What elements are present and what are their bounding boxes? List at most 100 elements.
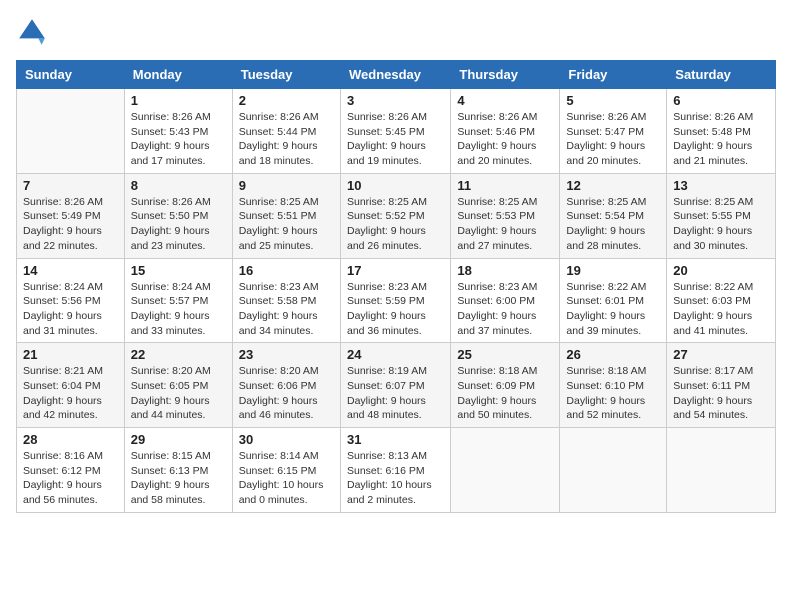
- day-number: 20: [673, 263, 769, 278]
- day-number: 30: [239, 432, 334, 447]
- day-info: Sunrise: 8:16 AMSunset: 6:12 PMDaylight:…: [23, 449, 118, 508]
- calendar-cell: 14 Sunrise: 8:24 AMSunset: 5:56 PMDayligh…: [17, 258, 125, 343]
- day-info: Sunrise: 8:25 AMSunset: 5:53 PMDaylight:…: [457, 195, 553, 254]
- calendar-cell: 31 Sunrise: 8:13 AMSunset: 6:16 PMDayligh…: [340, 428, 450, 513]
- calendar-cell: [560, 428, 667, 513]
- day-number: 16: [239, 263, 334, 278]
- day-number: 18: [457, 263, 553, 278]
- day-info: Sunrise: 8:14 AMSunset: 6:15 PMDaylight:…: [239, 449, 334, 508]
- day-info: Sunrise: 8:23 AMSunset: 5:59 PMDaylight:…: [347, 280, 444, 339]
- day-info: Sunrise: 8:22 AMSunset: 6:01 PMDaylight:…: [566, 280, 660, 339]
- calendar-cell: 11 Sunrise: 8:25 AMSunset: 5:53 PMDayligh…: [451, 173, 560, 258]
- calendar-cell: 7 Sunrise: 8:26 AMSunset: 5:49 PMDaylight…: [17, 173, 125, 258]
- day-number: 2: [239, 93, 334, 108]
- calendar-cell: 19 Sunrise: 8:22 AMSunset: 6:01 PMDayligh…: [560, 258, 667, 343]
- day-number: 9: [239, 178, 334, 193]
- day-number: 13: [673, 178, 769, 193]
- calendar-cell: 9 Sunrise: 8:25 AMSunset: 5:51 PMDaylight…: [232, 173, 340, 258]
- day-number: 24: [347, 347, 444, 362]
- day-info: Sunrise: 8:26 AMSunset: 5:49 PMDaylight:…: [23, 195, 118, 254]
- day-number: 25: [457, 347, 553, 362]
- day-number: 1: [131, 93, 226, 108]
- calendar-cell: [17, 89, 125, 174]
- day-number: 4: [457, 93, 553, 108]
- day-info: Sunrise: 8:24 AMSunset: 5:56 PMDaylight:…: [23, 280, 118, 339]
- day-number: 14: [23, 263, 118, 278]
- day-number: 19: [566, 263, 660, 278]
- calendar-cell: 16 Sunrise: 8:23 AMSunset: 5:58 PMDayligh…: [232, 258, 340, 343]
- day-number: 10: [347, 178, 444, 193]
- calendar-cell: 10 Sunrise: 8:25 AMSunset: 5:52 PMDayligh…: [340, 173, 450, 258]
- day-number: 11: [457, 178, 553, 193]
- day-info: Sunrise: 8:25 AMSunset: 5:51 PMDaylight:…: [239, 195, 334, 254]
- day-info: Sunrise: 8:26 AMSunset: 5:50 PMDaylight:…: [131, 195, 226, 254]
- day-info: Sunrise: 8:26 AMSunset: 5:47 PMDaylight:…: [566, 110, 660, 169]
- day-number: 8: [131, 178, 226, 193]
- day-info: Sunrise: 8:18 AMSunset: 6:10 PMDaylight:…: [566, 364, 660, 423]
- logo-icon: [16, 16, 48, 48]
- column-header-monday: Monday: [124, 61, 232, 89]
- calendar-cell: 13 Sunrise: 8:25 AMSunset: 5:55 PMDayligh…: [667, 173, 776, 258]
- calendar-cell: 23 Sunrise: 8:20 AMSunset: 6:06 PMDayligh…: [232, 343, 340, 428]
- calendar-cell: 29 Sunrise: 8:15 AMSunset: 6:13 PMDayligh…: [124, 428, 232, 513]
- calendar-cell: [667, 428, 776, 513]
- column-header-thursday: Thursday: [451, 61, 560, 89]
- day-info: Sunrise: 8:17 AMSunset: 6:11 PMDaylight:…: [673, 364, 769, 423]
- day-info: Sunrise: 8:25 AMSunset: 5:55 PMDaylight:…: [673, 195, 769, 254]
- day-number: 15: [131, 263, 226, 278]
- day-number: 29: [131, 432, 226, 447]
- calendar-cell: 22Sunrise: 8:20 AMSunset: 6:05 PMDayligh…: [124, 343, 232, 428]
- calendar-cell: 15 Sunrise: 8:24 AMSunset: 5:57 PMDayligh…: [124, 258, 232, 343]
- day-info: Sunrise: 8:25 AMSunset: 5:54 PMDaylight:…: [566, 195, 660, 254]
- day-info: Sunrise: 8:24 AMSunset: 5:57 PMDaylight:…: [131, 280, 226, 339]
- calendar-cell: 27 Sunrise: 8:17 AMSunset: 6:11 PMDayligh…: [667, 343, 776, 428]
- calendar-cell: 5 Sunrise: 8:26 AMSunset: 5:47 PMDaylight…: [560, 89, 667, 174]
- calendar-cell: [451, 428, 560, 513]
- day-info: Sunrise: 8:23 AMSunset: 6:00 PMDaylight:…: [457, 280, 553, 339]
- calendar-week-2: 7 Sunrise: 8:26 AMSunset: 5:49 PMDaylight…: [17, 173, 776, 258]
- column-header-tuesday: Tuesday: [232, 61, 340, 89]
- day-number: 27: [673, 347, 769, 362]
- day-number: 3: [347, 93, 444, 108]
- day-info: Sunrise: 8:25 AMSunset: 5:52 PMDaylight:…: [347, 195, 444, 254]
- day-number: 17: [347, 263, 444, 278]
- day-info: Sunrise: 8:15 AMSunset: 6:13 PMDaylight:…: [131, 449, 226, 508]
- day-info: Sunrise: 8:13 AMSunset: 6:16 PMDaylight:…: [347, 449, 444, 508]
- calendar-cell: 1 Sunrise: 8:26 AMSunset: 5:43 PMDaylight…: [124, 89, 232, 174]
- column-header-sunday: Sunday: [17, 61, 125, 89]
- day-info: Sunrise: 8:26 AMSunset: 5:44 PMDaylight:…: [239, 110, 334, 169]
- calendar-cell: 2 Sunrise: 8:26 AMSunset: 5:44 PMDaylight…: [232, 89, 340, 174]
- calendar-cell: 6Sunrise: 8:26 AMSunset: 5:48 PMDaylight…: [667, 89, 776, 174]
- day-info: Sunrise: 8:26 AMSunset: 5:43 PMDaylight:…: [131, 110, 226, 169]
- calendar-cell: 24Sunrise: 8:19 AMSunset: 6:07 PMDayligh…: [340, 343, 450, 428]
- column-header-wednesday: Wednesday: [340, 61, 450, 89]
- day-number: 31: [347, 432, 444, 447]
- calendar-week-4: 21Sunrise: 8:21 AMSunset: 6:04 PMDayligh…: [17, 343, 776, 428]
- day-number: 22: [131, 347, 226, 362]
- calendar-week-3: 14 Sunrise: 8:24 AMSunset: 5:56 PMDayligh…: [17, 258, 776, 343]
- calendar-cell: 26Sunrise: 8:18 AMSunset: 6:10 PMDayligh…: [560, 343, 667, 428]
- day-number: 23: [239, 347, 334, 362]
- calendar-cell: 28 Sunrise: 8:16 AMSunset: 6:12 PMDayligh…: [17, 428, 125, 513]
- calendar-cell: 20 Sunrise: 8:22 AMSunset: 6:03 PMDayligh…: [667, 258, 776, 343]
- calendar-cell: 25Sunrise: 8:18 AMSunset: 6:09 PMDayligh…: [451, 343, 560, 428]
- day-info: Sunrise: 8:26 AMSunset: 5:46 PMDaylight:…: [457, 110, 553, 169]
- day-info: Sunrise: 8:22 AMSunset: 6:03 PMDaylight:…: [673, 280, 769, 339]
- calendar-header-row: SundayMondayTuesdayWednesdayThursdayFrid…: [17, 61, 776, 89]
- day-info: Sunrise: 8:20 AMSunset: 6:06 PMDaylight:…: [239, 364, 334, 423]
- calendar-week-5: 28 Sunrise: 8:16 AMSunset: 6:12 PMDayligh…: [17, 428, 776, 513]
- calendar-cell: 3 Sunrise: 8:26 AMSunset: 5:45 PMDaylight…: [340, 89, 450, 174]
- calendar-cell: 21Sunrise: 8:21 AMSunset: 6:04 PMDayligh…: [17, 343, 125, 428]
- calendar-cell: 4 Sunrise: 8:26 AMSunset: 5:46 PMDaylight…: [451, 89, 560, 174]
- calendar-cell: 18 Sunrise: 8:23 AMSunset: 6:00 PMDayligh…: [451, 258, 560, 343]
- day-info: Sunrise: 8:23 AMSunset: 5:58 PMDaylight:…: [239, 280, 334, 339]
- day-number: 28: [23, 432, 118, 447]
- calendar-cell: 30 Sunrise: 8:14 AMSunset: 6:15 PMDayligh…: [232, 428, 340, 513]
- day-number: 5: [566, 93, 660, 108]
- page-header: [16, 16, 776, 48]
- day-number: 7: [23, 178, 118, 193]
- calendar-week-1: 1 Sunrise: 8:26 AMSunset: 5:43 PMDaylight…: [17, 89, 776, 174]
- calendar-cell: 17 Sunrise: 8:23 AMSunset: 5:59 PMDayligh…: [340, 258, 450, 343]
- day-info: Sunrise: 8:26 AMSunset: 5:45 PMDaylight:…: [347, 110, 444, 169]
- calendar-cell: 8 Sunrise: 8:26 AMSunset: 5:50 PMDaylight…: [124, 173, 232, 258]
